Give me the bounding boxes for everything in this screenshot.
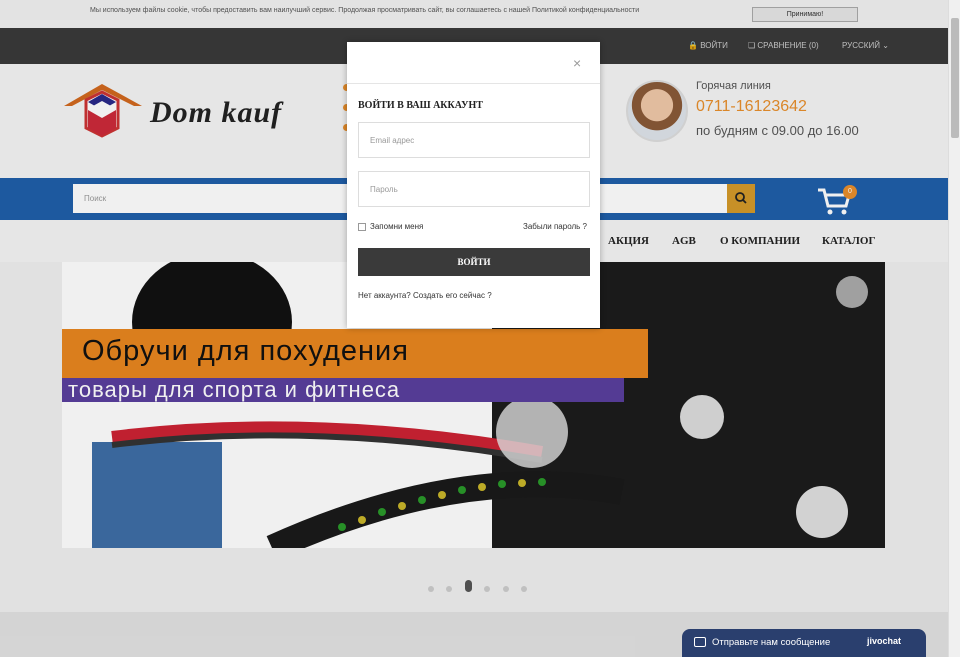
login-modal: × ВОЙТИ В ВАШ АККАУНТ Email адрес Пароль…: [347, 42, 600, 328]
chat-brand: jivochat: [867, 636, 902, 646]
close-icon[interactable]: ×: [573, 55, 581, 71]
login-submit-button[interactable]: ВОЙТИ: [358, 248, 590, 276]
scrollbar-thumb[interactable]: [951, 18, 959, 138]
modal-title: ВОЙТИ В ВАШ АККАУНТ: [358, 100, 483, 111]
chat-widget[interactable]: Отправьте нам сообщение jivochat: [682, 629, 926, 657]
chat-icon: [694, 637, 706, 647]
modal-divider: [347, 83, 600, 84]
email-field[interactable]: Email адрес: [358, 122, 590, 158]
forgot-password-link[interactable]: Забыли пароль ?: [523, 222, 587, 231]
remember-checkbox[interactable]: [358, 223, 366, 231]
password-field[interactable]: Пароль: [358, 171, 590, 207]
chat-label: Отправьте нам сообщение: [712, 637, 831, 648]
register-link[interactable]: Нет аккаунта? Создать его сейчас ?: [358, 291, 492, 300]
remember-label[interactable]: Запомни меня: [370, 222, 423, 231]
scrollbar[interactable]: [948, 0, 960, 657]
